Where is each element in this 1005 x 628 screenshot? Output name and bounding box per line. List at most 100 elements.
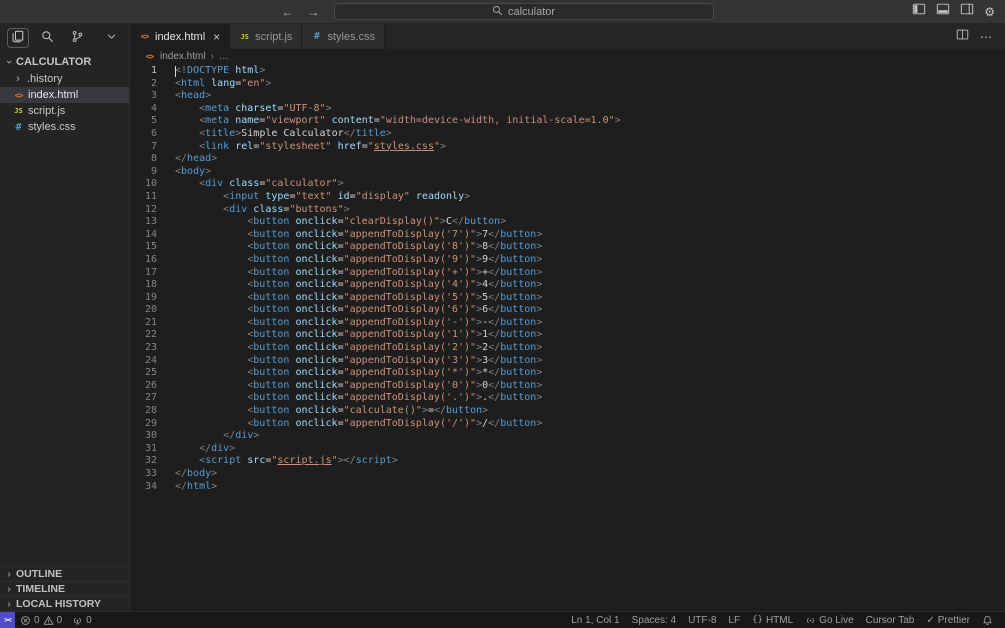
toggle-secondary-sidebar-icon[interactable] — [960, 2, 974, 21]
go-live-button[interactable]: Go Live — [799, 612, 859, 628]
eol-selector[interactable]: LF — [722, 612, 746, 628]
code-line[interactable]: 28 <button onclick="calculate()">=</butt… — [130, 405, 1005, 418]
indentation[interactable]: Spaces: 4 — [626, 612, 682, 628]
prettier-label: Prettier — [937, 614, 970, 626]
explorer-title: CALCULATOR — [16, 56, 92, 68]
search-icon — [41, 30, 54, 46]
line-number: 9 — [150, 165, 157, 177]
code-line[interactable]: 17 <button onclick="appendToDisplay('+')… — [130, 267, 1005, 280]
explorer-view-button[interactable] — [7, 27, 29, 48]
line-number: 27 — [144, 392, 157, 404]
radio-tower-icon — [72, 615, 83, 626]
code-line[interactable]: 4 <meta charset="UTF-8"> — [130, 103, 1005, 116]
code-line[interactable]: 31 </div> — [130, 443, 1005, 456]
command-center-search[interactable]: calculator — [333, 3, 714, 20]
outline-section[interactable]: › OUTLINE — [0, 566, 129, 581]
code-line[interactable]: 22 <button onclick="appendToDisplay('1')… — [130, 329, 1005, 342]
cursor-position[interactable]: Ln 1, Col 1 — [565, 612, 625, 628]
code-line[interactable]: 9 <body> — [130, 166, 1005, 179]
line-number: 1 — [150, 65, 157, 76]
code-line[interactable]: 8 </head> — [130, 153, 1005, 166]
code-line[interactable]: 11 <input type="text" id="display" reado… — [130, 191, 1005, 204]
tree-item-history[interactable]: › .history — [0, 71, 129, 87]
timeline-section[interactable]: › TIMELINE — [0, 581, 129, 596]
prettier-status[interactable]: ✓ Prettier — [920, 612, 976, 628]
line-number: 11 — [144, 190, 157, 202]
code-line[interactable]: 21 <button onclick="appendToDisplay('-')… — [130, 317, 1005, 330]
code-line[interactable]: 32 <script src="script.js"></script> — [130, 455, 1005, 468]
code-line[interactable]: 25 <button onclick="appendToDisplay('*')… — [130, 367, 1005, 380]
explorer-section-header[interactable]: › CALCULATOR — [0, 54, 129, 70]
search-view-button[interactable] — [37, 28, 59, 48]
code-line[interactable]: 6 <title>Simple Calculator</title> — [130, 128, 1005, 141]
code-line[interactable]: 27 <button onclick="appendToDisplay('.')… — [130, 392, 1005, 405]
line-number: 32 — [144, 455, 157, 467]
code-line[interactable]: 34 </html> — [130, 481, 1005, 494]
problems-indicator[interactable]: 0 0 — [15, 612, 67, 628]
editor-actions: ⋯ — [956, 24, 1005, 49]
tabbar: <> index.html × JS script.js # styles.cs… — [130, 24, 1005, 49]
toggle-sidebar-icon[interactable] — [912, 2, 926, 21]
back-icon[interactable]: ← — [282, 5, 294, 19]
code-line[interactable]: 14 <button onclick="appendToDisplay('7')… — [130, 229, 1005, 242]
line-number: 21 — [144, 316, 157, 328]
code-line[interactable]: 29 <button onclick="appendToDisplay('/')… — [130, 418, 1005, 431]
code-line[interactable]: 26 <button onclick="appendToDisplay('0')… — [130, 380, 1005, 393]
sidebar-bottom-sections: › OUTLINE › TIMELINE › LOCAL HISTORY — [0, 566, 129, 611]
close-icon[interactable]: × — [213, 30, 220, 44]
additional-views-button[interactable] — [100, 28, 122, 48]
go-live-label: Go Live — [819, 614, 854, 626]
line-number: 4 — [150, 102, 157, 114]
code-line[interactable]: 12 <div class="buttons"> — [130, 204, 1005, 217]
more-actions-icon[interactable]: ⋯ — [980, 30, 993, 44]
code-line[interactable]: 16 <button onclick="appendToDisplay('9')… — [130, 254, 1005, 267]
code-line[interactable]: 15 <button onclick="appendToDisplay('8')… — [130, 241, 1005, 254]
code-line[interactable]: 30 </div> — [130, 430, 1005, 443]
tree-item-script-js[interactable]: JS script.js — [0, 103, 129, 119]
tree-item-index-html[interactable]: <> index.html — [0, 87, 129, 103]
split-editor-icon[interactable] — [956, 28, 969, 46]
code-line[interactable]: 24 <button onclick="appendToDisplay('3')… — [130, 355, 1005, 368]
code-line[interactable]: 1 <!DOCTYPE html> — [130, 65, 1005, 78]
code-line[interactable]: 2 <html lang="en"> — [130, 78, 1005, 91]
line-number: 2 — [150, 77, 157, 89]
tab-script-js[interactable]: JS script.js — [230, 24, 303, 49]
cursor-tab-toggle[interactable]: Cursor Tab — [860, 612, 921, 628]
breadcrumb-item-symbol[interactable]: … — [219, 51, 229, 62]
js-file-icon: JS — [14, 107, 23, 115]
local-history-section[interactable]: › LOCAL HISTORY — [0, 596, 129, 611]
code-line[interactable]: 5 <meta name="viewport" content="width=d… — [130, 115, 1005, 128]
language-mode[interactable]: {} HTML — [746, 612, 799, 628]
warning-icon — [43, 615, 54, 626]
code-line[interactable]: 13 <button onclick="clearDisplay()">C</b… — [130, 216, 1005, 229]
code-line[interactable]: 3 <head> — [130, 90, 1005, 103]
line-number: 13 — [144, 216, 157, 228]
notifications-button[interactable] — [976, 612, 999, 628]
tree-item-styles-css[interactable]: # styles.css — [0, 119, 129, 135]
code-line[interactable]: 19 <button onclick="appendToDisplay('5')… — [130, 292, 1005, 305]
line-number: 8 — [150, 153, 157, 165]
settings-gear-icon[interactable]: ⚙ — [984, 5, 995, 19]
toggle-panel-icon[interactable] — [936, 2, 950, 21]
file-name: index.html — [28, 89, 79, 101]
line-number: 7 — [150, 140, 157, 152]
encoding-label: UTF-8 — [688, 614, 717, 626]
remote-indicator[interactable]: >< — [0, 612, 15, 628]
encoding[interactable]: UTF-8 — [682, 612, 722, 628]
titlebar: ← → calculator ⚙ — [0, 0, 1005, 24]
code-line[interactable]: 7 <link rel="stylesheet" href="styles.cs… — [130, 141, 1005, 154]
code-line[interactable]: 23 <button onclick="appendToDisplay('2')… — [130, 342, 1005, 355]
code-area[interactable]: 1 <!DOCTYPE html> 2 <html lang="en"> 3 <head>… — [130, 63, 1005, 611]
source-control-icon — [71, 30, 84, 46]
source-control-view-button[interactable] — [67, 28, 89, 48]
code-line[interactable]: 18 <button onclick="appendToDisplay('4')… — [130, 279, 1005, 292]
breadcrumb-item-file[interactable]: index.html — [160, 51, 206, 62]
code-line[interactable]: 20 <button onclick="appendToDisplay('6')… — [130, 304, 1005, 317]
tab-styles-css[interactable]: # styles.css — [302, 24, 386, 49]
ports-indicator[interactable]: 0 — [67, 612, 97, 628]
forward-icon[interactable]: → — [308, 5, 320, 19]
code-line[interactable]: 33 </body> — [130, 468, 1005, 481]
code-line[interactable]: 10 <div class="calculator"> — [130, 178, 1005, 191]
chevron-down-icon: › — [3, 60, 15, 64]
tab-index-html[interactable]: <> index.html × — [130, 24, 231, 49]
